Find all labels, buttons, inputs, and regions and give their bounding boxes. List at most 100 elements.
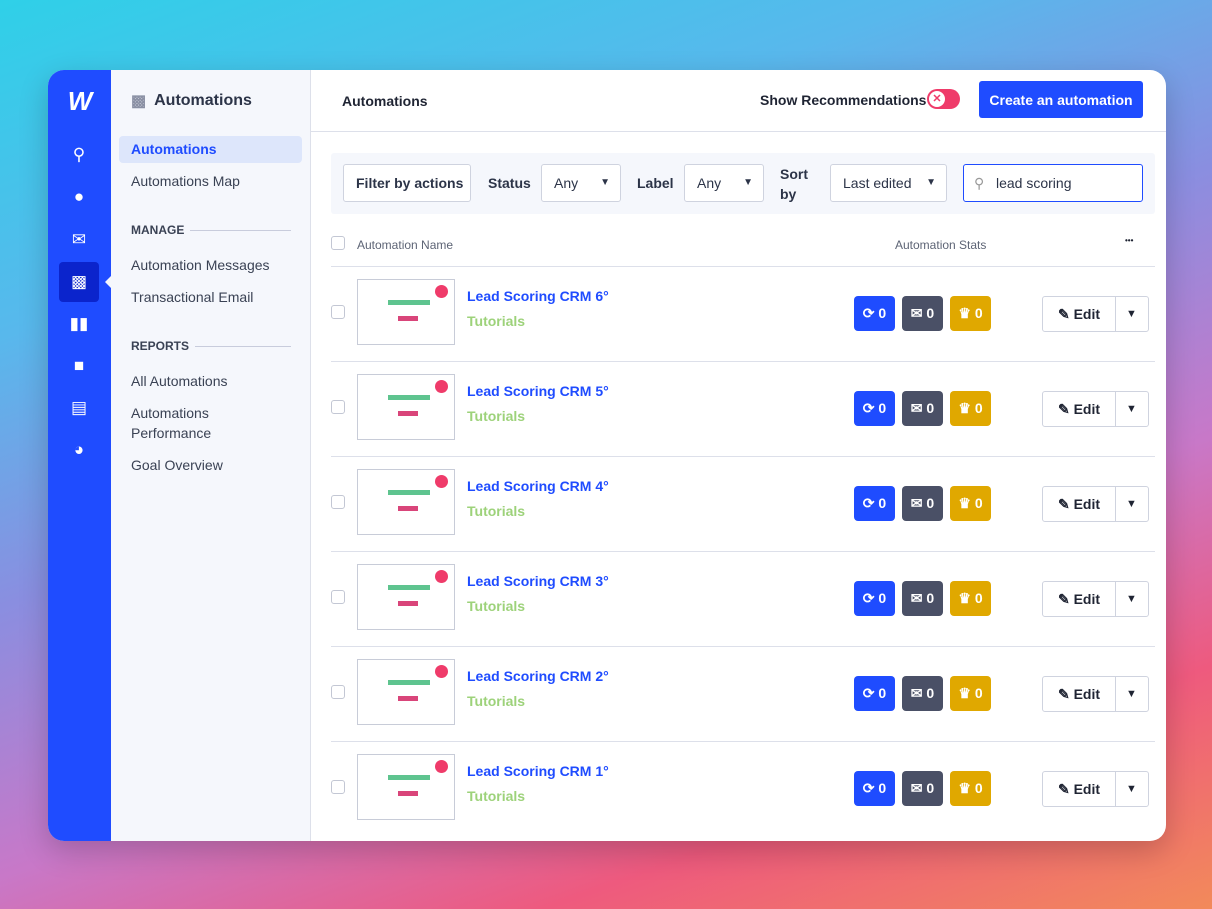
row-checkbox[interactable]	[331, 780, 345, 794]
automation-name-link[interactable]: Lead Scoring CRM 5°	[467, 383, 609, 399]
sidebar-item-all-automations[interactable]: All Automations	[119, 368, 302, 395]
row-checkbox[interactable]	[331, 590, 345, 604]
row-checkbox[interactable]	[331, 400, 345, 414]
edit-button[interactable]: ✎ Edit	[1043, 487, 1116, 521]
emails-badge[interactable]: ✉ 0	[902, 581, 943, 616]
reports-icon[interactable]: ◕	[59, 430, 99, 470]
automation-label[interactable]: Tutorials	[467, 408, 525, 424]
sidebar-item-automation-messages[interactable]: Automation Messages	[119, 252, 302, 279]
sidebar-item-goal-overview[interactable]: Goal Overview	[119, 452, 302, 479]
sidebar-item-automations-map[interactable]: Automations Map	[119, 168, 302, 195]
edit-button[interactable]: ✎ Edit	[1043, 772, 1116, 806]
thumb-node	[398, 791, 418, 796]
edit-dropdown-toggle[interactable]: ▼	[1115, 392, 1148, 426]
search-input[interactable]: ⚲ lead scoring	[963, 164, 1143, 202]
automations-icon[interactable]: ▩	[59, 262, 111, 302]
goals-badge[interactable]: ♛ 0	[950, 581, 991, 616]
section-reports: REPORTS	[131, 339, 291, 353]
emails-badge[interactable]: ✉ 0	[902, 486, 943, 521]
email-icon[interactable]: ✉	[59, 220, 99, 260]
automation-name-link[interactable]: Lead Scoring CRM 3°	[467, 573, 609, 589]
site-icon[interactable]: ▤	[59, 388, 99, 428]
thumb-node	[398, 696, 418, 701]
sort-value: Last edited	[843, 175, 912, 191]
trophy-icon: ♛	[958, 495, 971, 511]
active-contacts-badge[interactable]: ⟳ 0	[854, 676, 895, 711]
conversations-icon[interactable]: ■	[59, 346, 99, 386]
more-options-icon[interactable]: •••	[1125, 236, 1133, 245]
goals-badge[interactable]: ♛ 0	[950, 676, 991, 711]
active-contacts-badge[interactable]: ⟳ 0	[854, 581, 895, 616]
automation-name-link[interactable]: Lead Scoring CRM 4°	[467, 478, 609, 494]
close-icon: ✕	[929, 91, 945, 107]
automation-thumbnail[interactable]	[357, 754, 455, 820]
edit-label: Edit	[1073, 591, 1101, 607]
status-dot	[435, 665, 448, 678]
filter-by-actions-button[interactable]: Filter by actions	[343, 164, 471, 202]
automation-label[interactable]: Tutorials	[467, 313, 525, 329]
search-icon[interactable]: ⚲	[59, 135, 99, 175]
create-automation-button[interactable]: Create an automation	[979, 81, 1143, 118]
recommendations-toggle[interactable]: ✕	[927, 89, 960, 109]
goals-badge[interactable]: ♛ 0	[950, 486, 991, 521]
sidebar-item-automations-performance[interactable]: Automations Performance	[119, 403, 259, 445]
automation-name-link[interactable]: Lead Scoring CRM 6°	[467, 288, 609, 304]
sidebar-item-automations[interactable]: Automations	[119, 136, 302, 163]
automation-thumbnail[interactable]	[357, 279, 455, 345]
edit-label: Edit	[1073, 496, 1101, 512]
automation-label[interactable]: Tutorials	[467, 693, 525, 709]
envelope-icon: ✉	[910, 305, 923, 321]
goals-badge[interactable]: ♛ 0	[950, 391, 991, 426]
row-checkbox[interactable]	[331, 685, 345, 699]
automation-label[interactable]: Tutorials	[467, 503, 525, 519]
automation-thumbnail[interactable]	[357, 659, 455, 725]
goals-badge[interactable]: ♛ 0	[950, 296, 991, 331]
automation-thumbnail[interactable]	[357, 564, 455, 630]
select-all-checkbox[interactable]	[331, 236, 345, 250]
active-contacts-badge[interactable]: ⟳ 0	[854, 771, 895, 806]
automation-thumbnail[interactable]	[357, 374, 455, 440]
row-checkbox[interactable]	[331, 495, 345, 509]
automation-thumbnail[interactable]	[357, 469, 455, 535]
edit-button[interactable]: ✎ Edit	[1043, 582, 1116, 616]
edit-dropdown-toggle[interactable]: ▼	[1115, 772, 1148, 806]
edit-button-group: ✎ Edit ▼	[1042, 676, 1149, 712]
status-label: Status	[488, 175, 531, 191]
envelope-icon: ✉	[910, 685, 923, 701]
goals-count: 0	[974, 685, 983, 701]
emails-badge[interactable]: ✉ 0	[902, 676, 943, 711]
automation-name-link[interactable]: Lead Scoring CRM 1°	[467, 763, 609, 779]
automation-label[interactable]: Tutorials	[467, 598, 525, 614]
pipeline-icon[interactable]: ▮▮	[59, 304, 99, 344]
edit-dropdown-toggle[interactable]: ▼	[1115, 677, 1148, 711]
sort-select[interactable]: Last edited ▼	[830, 164, 947, 202]
edit-dropdown-toggle[interactable]: ▼	[1115, 487, 1148, 521]
active-contacts-badge[interactable]: ⟳ 0	[854, 391, 895, 426]
refresh-icon: ⟳	[862, 305, 875, 321]
automation-name-link[interactable]: Lead Scoring CRM 2°	[467, 668, 609, 684]
edit-dropdown-toggle[interactable]: ▼	[1115, 582, 1148, 616]
active-count: 0	[878, 305, 887, 321]
active-contacts-badge[interactable]: ⟳ 0	[854, 296, 895, 331]
emails-badge[interactable]: ✉ 0	[902, 391, 943, 426]
active-contacts-badge[interactable]: ⟳ 0	[854, 486, 895, 521]
thumb-node	[388, 680, 430, 685]
edit-button[interactable]: ✎ Edit	[1043, 297, 1116, 331]
edit-label: Edit	[1073, 781, 1101, 797]
label-select[interactable]: Any ▼	[684, 164, 764, 202]
emails-badge[interactable]: ✉ 0	[902, 771, 943, 806]
row-checkbox[interactable]	[331, 305, 345, 319]
automation-label[interactable]: Tutorials	[467, 788, 525, 804]
sidebar-item-transactional-email[interactable]: Transactional Email	[119, 284, 302, 311]
edit-button-group: ✎ Edit ▼	[1042, 486, 1149, 522]
edit-button[interactable]: ✎ Edit	[1043, 677, 1116, 711]
emails-count: 0	[926, 685, 935, 701]
goals-badge[interactable]: ♛ 0	[950, 771, 991, 806]
edit-dropdown-toggle[interactable]: ▼	[1115, 297, 1148, 331]
contacts-icon[interactable]: ●	[59, 177, 99, 217]
refresh-icon: ⟳	[862, 495, 875, 511]
emails-badge[interactable]: ✉ 0	[902, 296, 943, 331]
edit-button[interactable]: ✎ Edit	[1043, 392, 1116, 426]
column-automation-stats: Automation Stats	[895, 238, 987, 252]
status-select[interactable]: Any ▼	[541, 164, 621, 202]
